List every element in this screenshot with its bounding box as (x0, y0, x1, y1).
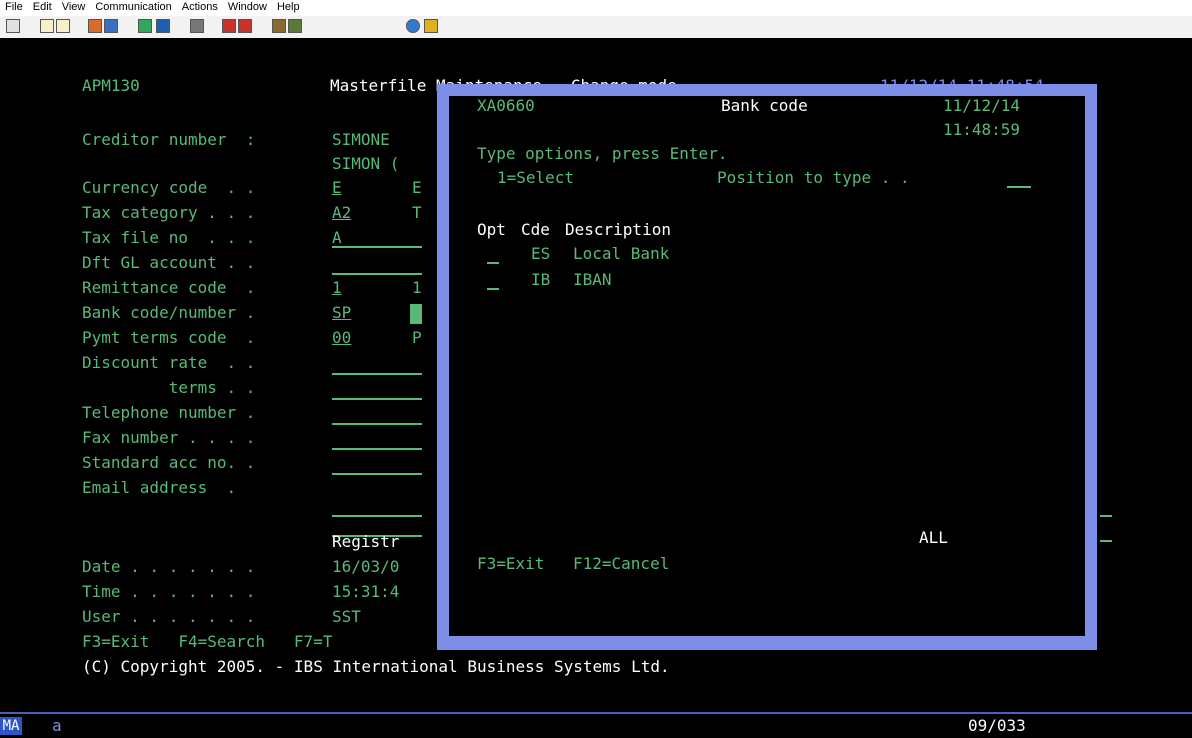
user-value: SST (332, 607, 361, 626)
right-field-2[interactable] (1100, 522, 1112, 542)
user-label: User . . . . . . . (82, 607, 266, 626)
copy-icon[interactable] (40, 19, 54, 33)
currency-field[interactable]: E (332, 178, 342, 198)
cursor-block (410, 304, 422, 324)
menu-edit[interactable]: Edit (28, 0, 57, 13)
menu-help[interactable]: Help (272, 0, 305, 13)
pymt-terms-label: Pymt terms code . (82, 328, 266, 347)
date-label: Date . . . . . . . (82, 557, 266, 576)
paste-icon[interactable] (56, 19, 70, 33)
row-description: Local Bank (573, 244, 670, 263)
column-description: Description (565, 220, 671, 239)
keyboard-icon[interactable] (288, 19, 302, 33)
fax-label: Fax number . . . . (82, 428, 266, 447)
popup-f3-exit[interactable]: F3=Exit (477, 554, 544, 574)
receive-file-icon[interactable] (104, 19, 118, 33)
dft-gl-label: Dft GL account . . (82, 253, 266, 272)
discount-terms-field[interactable] (332, 380, 422, 400)
macro-play-icon[interactable] (222, 19, 236, 33)
session-indicator: MA (0, 717, 22, 735)
display-icon[interactable] (138, 19, 152, 33)
send-file-icon[interactable] (88, 19, 102, 33)
tax-file-field[interactable] (332, 228, 422, 248)
row-code: ES (531, 244, 551, 263)
row-option-field[interactable] (487, 270, 499, 290)
status-indicator: a (52, 716, 62, 735)
date-value: 16/03/0 (332, 557, 400, 576)
macro-stop-icon[interactable] (238, 19, 252, 33)
discount-rate-field[interactable] (332, 355, 422, 375)
bank-code-popup: XA0660 Bank code 11/12/14 11:48:59 Type … (437, 84, 1097, 650)
popup-all-indicator: ALL (919, 528, 948, 547)
status-bar: MA a 09/033 (0, 712, 1192, 738)
remittance-label: Remittance code . (82, 278, 266, 297)
pymt-terms-field[interactable]: 00 (332, 328, 351, 348)
macro-record-icon[interactable] (190, 19, 204, 33)
program-id: APM130 (82, 76, 140, 95)
menu-view[interactable]: View (57, 0, 91, 13)
menu-communication[interactable]: Communication (90, 0, 176, 13)
currency-label: Currency code . . (82, 178, 266, 197)
popup-f12-cancel[interactable]: F12=Cancel (573, 554, 669, 574)
popup-title: Bank code (721, 96, 808, 115)
tax-category-desc: T (412, 203, 422, 222)
discount-rate-label: Discount rate . . (82, 353, 266, 372)
menu-actions[interactable]: Actions (177, 0, 223, 13)
discount-terms-label: terms . . (82, 378, 266, 397)
right-field-1[interactable] (1100, 497, 1112, 517)
row-description: IBAN (573, 270, 612, 289)
menu-window[interactable]: Window (223, 0, 272, 13)
row-code: IB (531, 270, 551, 289)
standard-acc-label: Standard acc no. . (82, 453, 266, 472)
creditor-value: SIMONE (332, 130, 390, 149)
position-to-field[interactable] (1007, 168, 1031, 188)
email-label: Email address . (82, 478, 237, 497)
map-icon[interactable] (272, 19, 286, 33)
function-keys[interactable]: F3=Exit F4=Search F7=T (82, 632, 332, 652)
time-label: Time . . . . . . . (82, 582, 266, 601)
popup-option-select: 1=Select (497, 168, 575, 187)
tax-category-label: Tax category . . . (82, 203, 266, 222)
popup-program-id: XA0660 (477, 96, 535, 115)
tax-file-label: Tax file no . . . (82, 228, 266, 247)
telephone-field[interactable] (332, 405, 422, 425)
registration-label: Registr (332, 532, 400, 551)
remittance-field[interactable]: 1 (332, 278, 342, 298)
stop-icon[interactable] (424, 19, 438, 33)
position-to-label: Position to type . . (717, 168, 920, 187)
currency-desc: E (412, 178, 422, 197)
bank-code-label: Bank code/number . (82, 303, 266, 322)
creditor-name: SIMON ( (332, 154, 400, 173)
tax-category-field[interactable]: A2 (332, 203, 351, 223)
popup-date: 11/12/14 (943, 96, 1021, 115)
creditor-label: Creditor number : (82, 130, 266, 149)
cursor-position: 09/033 (968, 716, 1026, 735)
popup-time: 11:48:59 (943, 120, 1021, 139)
popup-instruction: Type options, press Enter. (477, 144, 728, 163)
terminal-screen[interactable]: APM130 Masterfile Maintenance - Change m… (0, 38, 1192, 712)
column-opt: Opt (477, 220, 506, 239)
menu-bar: File Edit View Communication Actions Window He… (0, 0, 1192, 16)
time-value: 15:31:4 (332, 582, 400, 601)
help-icon[interactable] (406, 19, 420, 33)
bank-code-field[interactable]: SP (332, 303, 351, 323)
menu-file[interactable]: File (0, 0, 28, 13)
telephone-label: Telephone number . (82, 403, 266, 422)
row-option-field[interactable] (487, 244, 499, 264)
column-cde: Cde (521, 220, 550, 239)
remittance-desc: 1 (412, 278, 422, 297)
print-screen-icon[interactable] (6, 19, 20, 33)
copyright: (C) Copyright 2005. - IBS International … (82, 657, 670, 676)
color-icon[interactable] (156, 19, 170, 33)
dft-gl-field[interactable] (332, 255, 422, 275)
fax-field[interactable] (332, 430, 422, 450)
email-field-1[interactable] (332, 497, 422, 517)
standard-acc-field[interactable] (332, 455, 422, 475)
toolbar (0, 16, 1192, 39)
pymt-terms-desc: P (412, 328, 422, 347)
